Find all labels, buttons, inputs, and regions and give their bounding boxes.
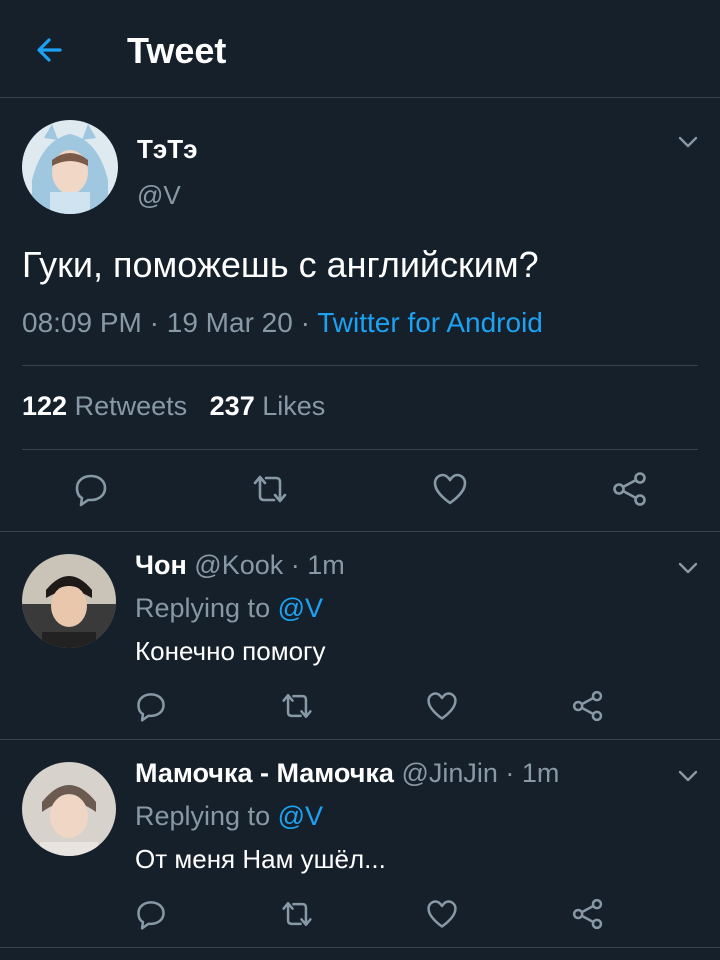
heart-icon[interactable] — [431, 470, 469, 508]
replying-to: Replying to @V — [135, 593, 323, 624]
replying-to-link[interactable]: @V — [278, 801, 323, 831]
share-icon[interactable] — [570, 689, 606, 723]
author-name[interactable]: Мамочка - Мамочка — [135, 758, 394, 788]
reply-header: Мамочка - Мамочка @JinJin · 1m — [135, 758, 559, 789]
meta-separator: · — [141, 307, 167, 338]
retweets-count[interactable]: 122 — [22, 391, 67, 421]
avatar-image — [22, 554, 116, 648]
replying-to: Replying to @V — [135, 801, 323, 832]
reply-header: Чон @Kook · 1m — [135, 550, 345, 581]
reply-actions — [0, 687, 720, 727]
author-handle[interactable]: @V — [137, 180, 181, 211]
author-name[interactable]: Чон — [135, 550, 187, 580]
share-icon[interactable] — [570, 897, 606, 931]
page-title: Tweet — [127, 30, 227, 71]
likes-label[interactable]: Likes — [262, 391, 325, 421]
tweet-text: Гуки, поможешь с английским? — [22, 244, 539, 285]
reply-time: · 1m — [497, 758, 560, 788]
heart-icon[interactable] — [425, 897, 459, 931]
avatar[interactable] — [22, 120, 118, 214]
retweet-icon[interactable] — [249, 470, 291, 508]
tweet-time: 08:09 PM — [22, 307, 142, 338]
tweet-date: 19 Mar 20 — [166, 307, 293, 338]
reply-icon[interactable] — [134, 897, 168, 931]
avatar-image — [22, 120, 118, 214]
arrow-left-icon[interactable] — [30, 30, 70, 70]
author-handle[interactable]: @JinJin — [401, 758, 497, 788]
share-icon[interactable] — [610, 470, 650, 508]
reply-time: · 1m — [283, 550, 345, 580]
retweet-icon[interactable] — [278, 689, 316, 723]
meta-separator: · — [292, 307, 318, 338]
reply-icon[interactable] — [72, 470, 110, 508]
retweets-label[interactable]: Retweets — [75, 391, 188, 421]
replying-label: Replying to — [135, 593, 278, 623]
reply-text: Конечно помогу — [135, 636, 326, 666]
reply-text: От меня Нам ушёл... — [135, 844, 386, 874]
avatar[interactable] — [22, 762, 116, 856]
avatar[interactable] — [22, 554, 116, 648]
reply-actions — [0, 895, 720, 935]
reply-icon[interactable] — [134, 689, 168, 723]
heart-icon[interactable] — [425, 689, 459, 723]
chevron-down-icon[interactable] — [676, 764, 700, 788]
reply-tweet[interactable]: Мамочка - Мамочка @JinJin · 1m Replying … — [0, 740, 720, 948]
author-handle[interactable]: @Kook — [194, 550, 283, 580]
reply-tweet[interactable]: Чон @Kook · 1m Replying to @V Конечно по… — [0, 532, 720, 740]
avatar-image — [22, 762, 116, 856]
divider — [22, 449, 698, 450]
header-bar: Tweet — [0, 0, 720, 98]
tweet-actions — [0, 466, 720, 512]
tweet-stats: 122 Retweets 237 Likes — [22, 391, 325, 422]
retweet-icon[interactable] — [278, 897, 316, 931]
chevron-down-icon[interactable] — [676, 556, 700, 580]
likes-count[interactable]: 237 — [210, 391, 255, 421]
author-name[interactable]: ТэТэ — [137, 134, 197, 165]
divider — [22, 365, 698, 366]
tweet-source-link[interactable]: Twitter for Android — [317, 307, 543, 338]
replying-to-link[interactable]: @V — [278, 593, 323, 623]
replying-label: Replying to — [135, 801, 278, 831]
tweet-meta: 08:09 PM · 19 Mar 20 · Twitter for Andro… — [22, 307, 543, 339]
chevron-down-icon[interactable] — [676, 130, 700, 154]
